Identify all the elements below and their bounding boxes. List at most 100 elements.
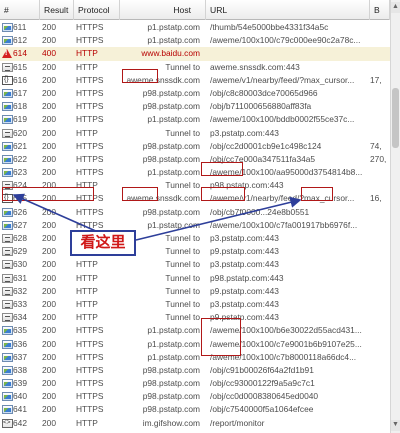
row-number: 623 [13, 167, 27, 178]
row-body [370, 166, 390, 179]
table-row[interactable]: 637 200 HTTPS p1.pstatp.com/aweme/100x100/c… [0, 351, 390, 364]
row-body [370, 272, 390, 285]
row-protocol: HTTP [76, 298, 98, 309]
table-row[interactable]: 625 200 HTTPS aweme.snssdk.com/aweme/v1/nea… [0, 192, 390, 205]
row-host: p1.pstatp.com [147, 22, 200, 32]
column-result[interactable]: Result [40, 0, 74, 20]
table-row[interactable]: 628200HTTPTunnel top3.pstatp.com:443 [0, 232, 390, 245]
row-url: /obj/cc7e000a347511fa34a5 [210, 153, 316, 164]
row-number: 642 [13, 417, 27, 428]
row-result: 200 [42, 219, 56, 230]
row-number: 634 [13, 312, 27, 323]
row-body [370, 179, 390, 192]
table-row[interactable]: 622 200 HTTPS p98.pstatp.com/obj/cc7e000a34… [0, 153, 390, 166]
row-result: 200 [42, 180, 56, 191]
row-url: p9.pstatp.com:443 [210, 246, 279, 257]
scroll-thumb[interactable] [392, 88, 399, 148]
row-host: p98.pstatp.com [142, 101, 200, 112]
table-row[interactable]: 615 200 HTTP Tunnel to aweme.snssdk.com:443 [0, 61, 390, 74]
table-row[interactable]: 629200HTTPTunnel top9.pstatp.com:443 [0, 245, 390, 258]
table-row[interactable]: 642 200 HTTP im.gifshow.com/report/monitor [0, 417, 390, 430]
row-url: p9.pstatp.com:443 [210, 285, 279, 296]
column-body[interactable]: B [370, 0, 390, 20]
row-number: 632 [13, 285, 27, 296]
row-body [370, 113, 390, 126]
table-row[interactable]: 618 200 HTTPS p98.pstatp.com/obj/b711000656… [0, 100, 390, 113]
row-number: 627 [13, 219, 27, 230]
row-body [370, 206, 390, 219]
scroll-up-icon[interactable]: ▲ [391, 2, 400, 13]
row-url: p98.pstatp.com:443 [210, 272, 284, 283]
row-url: p9.pstatp.com:443 [210, 312, 279, 323]
table-row[interactable]: 620 200 HTTP Tunnel to p3.pstatp.com:443 [0, 127, 390, 140]
image-icon [2, 154, 13, 164]
row-url: /report/monitor [210, 417, 265, 428]
table-row[interactable]: 634 200 HTTP Tunnel to p9.pstatp.com:443 [0, 311, 390, 324]
table-row[interactable]: 616 200 HTTPS aweme.snssdk.com/aweme/v1/nea… [0, 74, 390, 87]
table-row[interactable]: 619 200 HTTPS p1.pstatp.com/aweme/100x100/b… [0, 113, 390, 126]
row-url: p3.pstatp.com:443 [210, 233, 279, 243]
table-row[interactable]: 611 200 HTTPS p1.pstatp.com/thumb/54e5000bb… [0, 21, 390, 34]
table-row[interactable]: 621 200 HTTPS p98.pstatp.com/obj/cc2d0001cb… [0, 140, 390, 153]
scroll-down-icon[interactable]: ▼ [391, 420, 400, 431]
row-url: /obj/cc0d0008380645ed0040 [210, 391, 319, 402]
table-row[interactable]: 612 200 HTTPS p1.pstatp.com/aweme/100x100/c… [0, 34, 390, 47]
row-protocol: HTTP [76, 61, 98, 72]
row-url: /obj/cb7f0000...24e8b0551 [210, 206, 310, 217]
row-protocol: HTTPS [76, 87, 104, 98]
tunnel-icon [2, 234, 13, 243]
row-url: /obj/c91b00026f64a2fd1b91 [210, 364, 314, 375]
session-rows: 611 200 HTTPS p1.pstatp.com/thumb/54e5000bb… [0, 21, 390, 430]
column-protocol[interactable]: Protocol [74, 0, 120, 20]
row-body: 270, [370, 153, 387, 164]
row-result: 200 [42, 127, 56, 138]
row-result: 200 [42, 338, 56, 349]
row-protocol: HTTP [76, 285, 98, 296]
row-url: /obj/cc93000122f9a5a9c7c1 [210, 378, 315, 389]
table-row[interactable]: 614 400 HTTP www.baidu.com [0, 47, 390, 61]
row-result: 200 [42, 325, 56, 336]
column-host[interactable]: Host [120, 0, 206, 20]
session-list: # Result Protocol Host URL B 611 200 HTTPS… [0, 0, 390, 433]
table-row[interactable]: 638 200 HTTPS p98.pstatp.com/obj/c91b00026f… [0, 364, 390, 377]
row-protocol: HTTPS [76, 101, 104, 112]
table-row[interactable]: 630 200 HTTP Tunnel to p3.pstatp.com:443 [0, 258, 390, 271]
table-row[interactable]: 631 200 HTTP Tunnel to p98.pstatp.com:443 [0, 272, 390, 285]
row-host: p98.pstatp.com [142, 404, 200, 415]
image-icon [2, 88, 13, 98]
column-num[interactable]: # [0, 0, 40, 20]
vertical-scrollbar[interactable]: ▲ ▼ [390, 0, 400, 433]
table-row[interactable]: 639 200 HTTPS p98.pstatp.com/obj/cc93000122… [0, 377, 390, 390]
json-icon [2, 192, 13, 205]
column-url[interactable]: URL [206, 0, 370, 20]
row-number: 641 [13, 404, 27, 415]
row-host: p1.pstatp.com [147, 35, 200, 46]
image-icon [2, 207, 13, 217]
image-icon [2, 115, 13, 125]
row-protocol: HTTP [76, 180, 98, 191]
row-url: /aweme/v1/nearby/feed/?max_cursor... [210, 74, 355, 85]
row-host: aweme.snssdk.com [126, 193, 200, 204]
image-icon [2, 339, 13, 349]
row-host: Tunnel to [165, 312, 200, 323]
table-row[interactable]: 641 200 HTTPS p98.pstatp.com/obj/c7540000f5… [0, 403, 390, 416]
table-row[interactable]: 624 200 HTTP Tunnel to p98.pstatp.com:443 [0, 179, 390, 192]
tunnel-icon [2, 260, 13, 270]
table-row[interactable]: 633 200 HTTP Tunnel to p3.pstatp.com:443 [0, 298, 390, 311]
table-row[interactable]: 640 200 HTTPS p98.pstatp.com/obj/cc0d000838… [0, 390, 390, 403]
table-row[interactable]: 623 200 HTTPS p1.pstatp.com/aweme/100x100/a… [0, 166, 390, 179]
image-icon [2, 23, 13, 32]
row-number: 618 [13, 101, 27, 112]
table-row[interactable]: 632 200 HTTP Tunnel to p9.pstatp.com:443 [0, 285, 390, 298]
table-row[interactable]: 627 200 HTTPS p1.pstatp.com/aweme/100x100/c… [0, 219, 390, 232]
row-result: 200 [42, 351, 56, 362]
row-host: p98.pstatp.com [142, 153, 200, 164]
table-row[interactable]: 617 200 HTTPS p98.pstatp.com/obj/c8c80003dc… [0, 87, 390, 100]
row-body [370, 351, 390, 364]
row-body [370, 61, 390, 74]
table-row[interactable]: 635 200 HTTPS p1.pstatp.com/aweme/100x100/b… [0, 324, 390, 337]
row-protocol: HTTPS [76, 351, 104, 362]
table-row[interactable]: 626 200 HTTPS p98.pstatp.com/obj/cb7f0000..… [0, 206, 390, 219]
row-body [370, 403, 390, 416]
table-row[interactable]: 636 200 HTTPS p1.pstatp.com/aweme/100x100/c… [0, 338, 390, 351]
